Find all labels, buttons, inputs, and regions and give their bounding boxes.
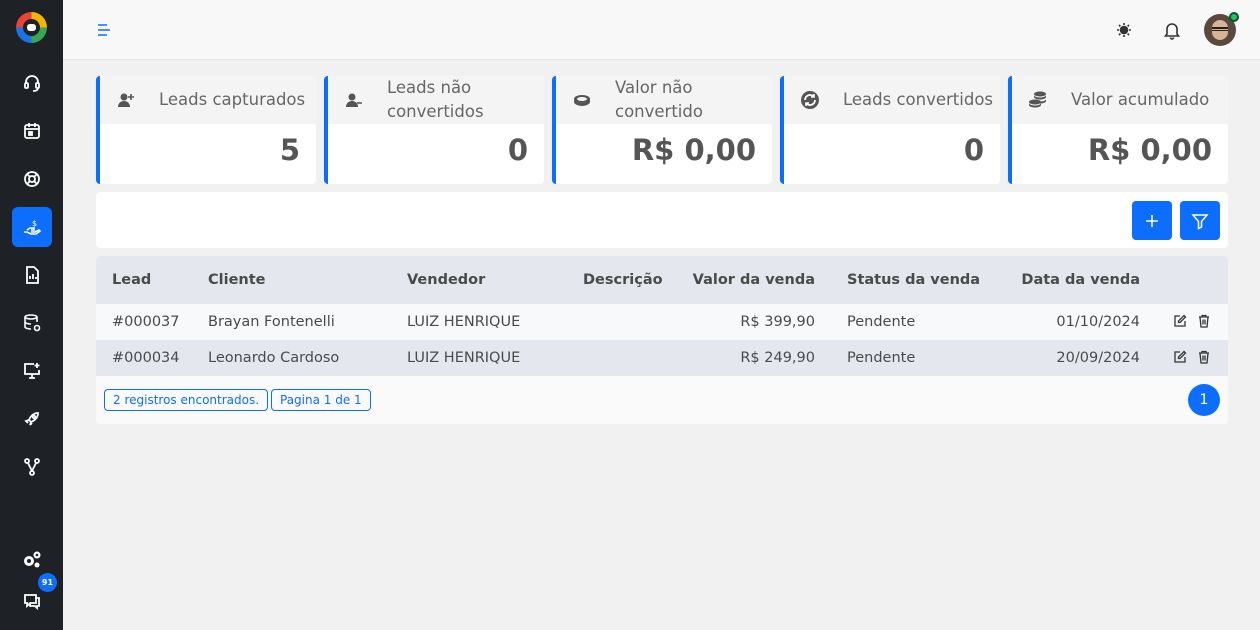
- gears-icon: [24, 551, 41, 568]
- hand-money-icon: $: [24, 219, 42, 235]
- stat-card-leads-not-converted: Leads não convertidos 0: [324, 76, 544, 184]
- sales-table: Lead Cliente Vendedor Descrição Valor da…: [96, 256, 1228, 424]
- column-header-vendedor[interactable]: Vendedor: [407, 272, 485, 288]
- table-header: Lead Cliente Vendedor Descrição Valor da…: [96, 256, 1228, 304]
- filter-button[interactable]: [1180, 201, 1220, 240]
- column-header-data[interactable]: Data da venda: [1021, 272, 1140, 288]
- cell-vendedor: LUIZ HENRIQUE: [407, 314, 521, 330]
- cell-valor: R$ 399,90: [740, 314, 815, 330]
- sidebar-item-launch[interactable]: [12, 399, 52, 439]
- stat-label: Leads convertidos: [843, 90, 994, 109]
- sun-icon[interactable]: [1114, 20, 1134, 40]
- stat-card-leads-converted: Leads convertidos 0: [780, 76, 1000, 184]
- cell-cliente: Leonardo Cardoso: [208, 350, 340, 366]
- chat-icon: [24, 594, 40, 611]
- sidebar-item-monitor[interactable]: [12, 351, 52, 391]
- sidebar-item-calendar[interactable]: [12, 111, 52, 151]
- database-settings-icon: [24, 314, 41, 332]
- column-header-cliente[interactable]: Cliente: [208, 272, 266, 288]
- app-logo[interactable]: [16, 12, 47, 43]
- stat-value: 0: [963, 133, 984, 167]
- user-plus-icon: [118, 93, 134, 107]
- cell-data: 20/09/2024: [1056, 350, 1140, 366]
- pagination-page-button[interactable]: 1: [1188, 384, 1220, 416]
- sidebar-item-database[interactable]: [12, 303, 52, 343]
- table-row[interactable]: #000034 Leonardo Cardoso LUIZ HENRIQUE R…: [96, 340, 1228, 376]
- stat-label: Leads não convertidos: [387, 78, 484, 121]
- rocket-icon: [24, 412, 39, 426]
- stat-label: Valor não convertido: [615, 78, 703, 121]
- flow-icon: [24, 458, 40, 476]
- table-row[interactable]: #000037 Brayan Fontenelli LUIZ HENRIQUE …: [96, 304, 1228, 340]
- sidebar-item-support[interactable]: [12, 63, 52, 103]
- stat-value: 5: [279, 133, 300, 167]
- svg-text:$: $: [32, 219, 37, 228]
- coin-icon: [574, 95, 590, 106]
- edit-icon[interactable]: [1173, 350, 1187, 364]
- bell-icon[interactable]: [1162, 20, 1182, 40]
- stat-label: Leads capturados: [159, 90, 306, 109]
- stat-card-leads-captured: Leads capturados 5: [96, 76, 316, 184]
- calendar-icon: [24, 123, 40, 139]
- stat-value: 0: [507, 133, 528, 167]
- cell-data: 01/10/2024: [1056, 314, 1140, 330]
- sidebar-item-reports[interactable]: [12, 255, 52, 295]
- trash-icon[interactable]: [1197, 314, 1211, 328]
- cell-lead: #000034: [112, 350, 180, 366]
- monitor-plus-icon: [24, 363, 40, 379]
- stat-card-value-not-converted: Valor não convertido R$ 0,00: [552, 76, 772, 184]
- sidebar-item-flows[interactable]: [12, 447, 52, 487]
- chat-badge: 91: [38, 573, 57, 592]
- table-footer: 2 registros encontrados. Pagina 1 de 1 1: [96, 376, 1228, 424]
- edit-icon[interactable]: [1173, 314, 1187, 328]
- sidebar: $ 91: [0, 0, 63, 630]
- column-header-descricao[interactable]: Descrição: [583, 272, 663, 288]
- user-minus-icon: [346, 93, 362, 107]
- page-info-badge: Pagina 1 de 1: [271, 389, 371, 411]
- stat-card-accumulated-value: Valor acumulado R$ 0,00: [1008, 76, 1228, 184]
- add-sale-button[interactable]: [1132, 201, 1172, 240]
- stat-label: Valor acumulado: [1071, 90, 1210, 109]
- stat-value: R$ 0,00: [631, 133, 756, 167]
- plus-icon: [1146, 214, 1158, 227]
- cell-vendedor: LUIZ HENRIQUE: [407, 350, 521, 366]
- sidebar-item-sales[interactable]: $: [12, 207, 52, 247]
- column-header-lead[interactable]: Lead: [112, 272, 151, 288]
- cell-valor: R$ 249,90: [740, 350, 815, 366]
- cell-lead: #000037: [112, 314, 180, 330]
- lifebuoy-icon: [24, 171, 40, 187]
- online-status-dot: [1229, 12, 1239, 22]
- topbar: [63, 0, 1260, 60]
- column-header-status[interactable]: Status da venda: [847, 272, 980, 288]
- headset-icon: [24, 75, 40, 92]
- menu-icon[interactable]: [96, 22, 112, 38]
- column-header-valor[interactable]: Valor da venda: [693, 272, 815, 288]
- trash-icon[interactable]: [1197, 350, 1211, 364]
- stat-value: R$ 0,00: [1087, 133, 1212, 167]
- sidebar-item-help[interactable]: [12, 159, 52, 199]
- action-bar: [96, 192, 1228, 248]
- report-icon: [26, 266, 39, 284]
- cell-status: Pendente: [847, 350, 916, 366]
- convert-icon: [801, 91, 819, 109]
- records-count-badge: 2 registros encontrados.: [104, 389, 269, 411]
- cell-cliente: Brayan Fontenelli: [208, 314, 335, 330]
- cell-status: Pendente: [847, 314, 916, 330]
- filter-icon: [1191, 213, 1209, 230]
- coins-stack-icon: [1029, 91, 1046, 108]
